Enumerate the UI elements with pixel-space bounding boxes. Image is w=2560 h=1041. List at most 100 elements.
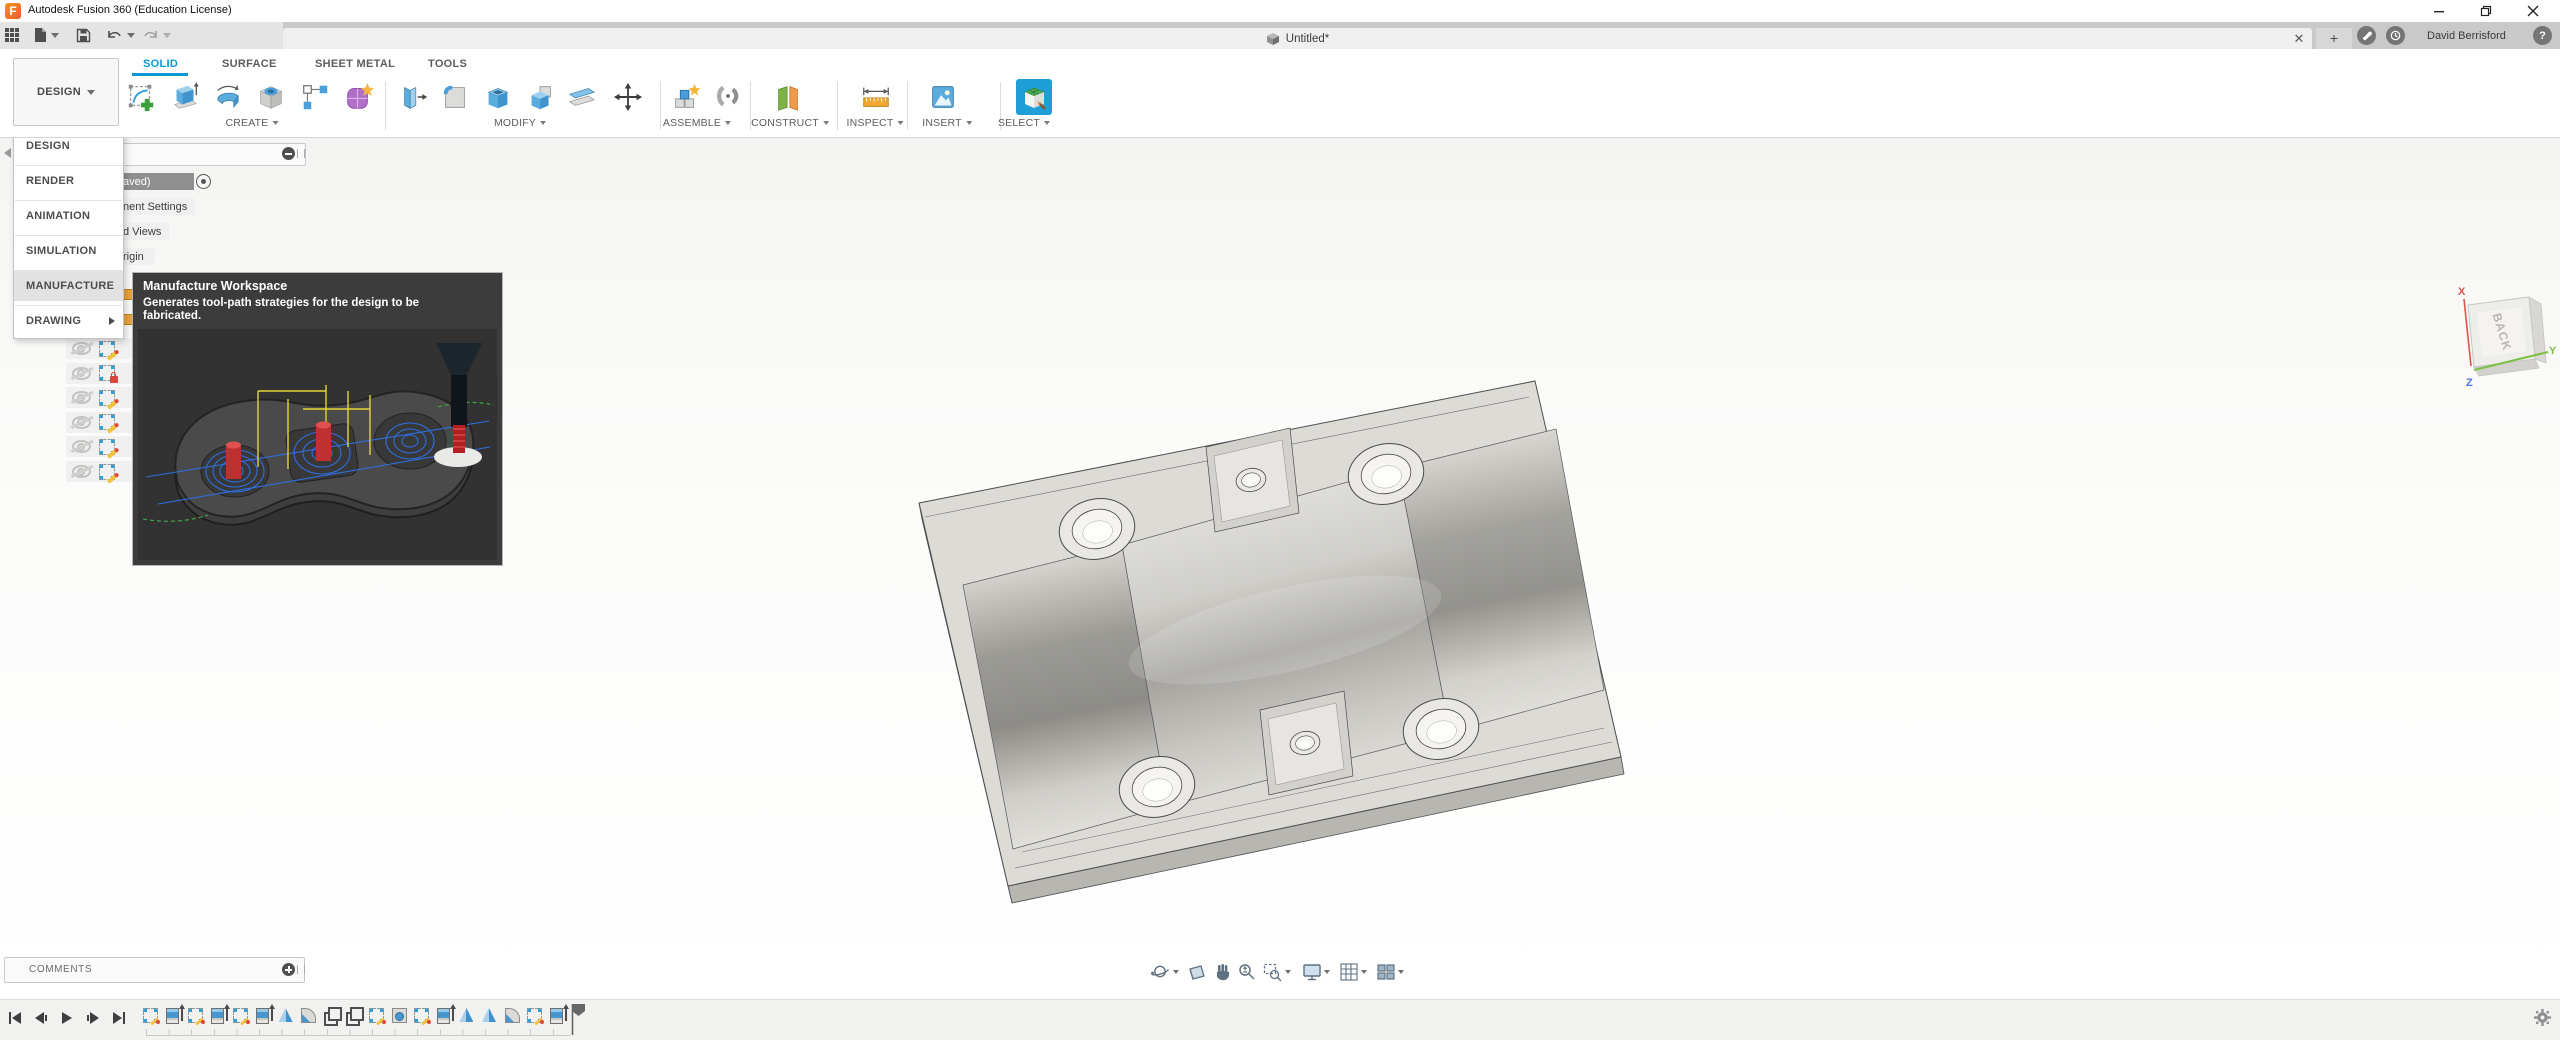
tab-sheet-metal[interactable]: SHEET METAL bbox=[315, 58, 395, 70]
timeline-position-marker[interactable] bbox=[571, 1004, 587, 1041]
group-insert[interactable]: INSERT bbox=[922, 117, 972, 129]
help-icon[interactable]: ? bbox=[2533, 26, 2552, 45]
display-settings-dropdown-arrow[interactable] bbox=[1324, 970, 1330, 974]
tab-tools[interactable]: TOOLS bbox=[428, 58, 467, 70]
create-sketch-icon[interactable] bbox=[123, 78, 159, 116]
create-form-icon[interactable] bbox=[340, 78, 376, 116]
timeline-feature-extrude[interactable] bbox=[436, 1004, 456, 1024]
timeline-go-to-start-button[interactable] bbox=[6, 1009, 24, 1027]
orbit-dropdown-arrow[interactable] bbox=[1173, 970, 1179, 974]
visibility-eye-off-icon[interactable] bbox=[72, 342, 91, 355]
timeline-feature-fillet[interactable] bbox=[504, 1008, 520, 1023]
document-tab-close-icon[interactable]: ✕ bbox=[2290, 30, 2308, 48]
visibility-eye-off-icon[interactable] bbox=[72, 465, 91, 478]
comments-drag-grip[interactable] bbox=[297, 965, 305, 974]
viewports-dropdown-arrow[interactable] bbox=[1398, 970, 1404, 974]
comments-bar[interactable]: COMMENTS bbox=[4, 957, 305, 983]
group-modify[interactable]: MODIFY bbox=[494, 117, 547, 129]
menu-item-manufacture[interactable]: MANUFACTURE bbox=[14, 271, 123, 301]
rectangular-pattern-icon[interactable] bbox=[297, 78, 333, 116]
activate-component-radio[interactable] bbox=[196, 174, 211, 189]
timeline-feature-fillet[interactable] bbox=[301, 1008, 317, 1023]
file-menu-button[interactable] bbox=[34, 26, 59, 44]
browser-sketch-row[interactable] bbox=[66, 362, 138, 384]
tab-solid[interactable]: SOLID bbox=[143, 58, 178, 70]
menu-item-render[interactable]: RENDER bbox=[14, 166, 123, 196]
timeline-feature-sketch[interactable] bbox=[369, 1008, 386, 1024]
viewport-canvas[interactable]: BACK X Y Z bbox=[0, 138, 2560, 999]
restore-button[interactable] bbox=[2471, 2, 2501, 20]
timeline-play-button[interactable] bbox=[58, 1009, 76, 1027]
close-button[interactable] bbox=[2518, 2, 2548, 20]
split-body-icon[interactable] bbox=[563, 78, 599, 116]
group-inspect[interactable]: INSPECT bbox=[847, 117, 904, 129]
fillet-icon[interactable] bbox=[437, 78, 473, 116]
group-assemble[interactable]: ASSEMBLE bbox=[663, 117, 732, 129]
visibility-eye-off-icon[interactable] bbox=[72, 415, 91, 429]
3d-model[interactable] bbox=[890, 360, 1650, 920]
browser-node-named-views[interactable]: d Views bbox=[119, 223, 169, 240]
timeline-feature-extrude[interactable] bbox=[256, 1004, 275, 1024]
group-construct[interactable]: CONSTRUCT bbox=[751, 117, 829, 129]
timeline-feature-sketch[interactable] bbox=[188, 1008, 206, 1024]
press-pull-icon[interactable] bbox=[395, 78, 431, 116]
timeline-feature-sketch[interactable] bbox=[233, 1008, 251, 1024]
user-account-button[interactable]: David Berrisford bbox=[2427, 30, 2506, 42]
pan-icon[interactable] bbox=[1212, 961, 1234, 983]
view-cube[interactable]: BACK X Y Z bbox=[2440, 278, 2560, 393]
browser-sketch-row[interactable] bbox=[66, 461, 138, 484]
zoom-window-dropdown-arrow[interactable] bbox=[1285, 970, 1291, 974]
document-tab[interactable]: Untitled* bbox=[283, 28, 2312, 49]
grid-settings-dropdown-arrow[interactable] bbox=[1361, 970, 1367, 974]
zoom-window-icon[interactable] bbox=[1262, 961, 1284, 983]
browser-collapse-icon[interactable] bbox=[4, 148, 11, 158]
visibility-eye-off-icon[interactable] bbox=[72, 440, 91, 454]
timeline-feature-pattern[interactable] bbox=[323, 1007, 342, 1026]
timeline-feature-pattern[interactable] bbox=[346, 1007, 365, 1026]
zoom-icon[interactable] bbox=[1236, 961, 1258, 983]
timeline-settings-gear-icon[interactable] bbox=[2534, 1009, 2552, 1027]
timeline-feature-sketch[interactable] bbox=[414, 1008, 432, 1024]
menu-item-drawing[interactable]: DRAWING bbox=[14, 306, 123, 336]
timeline-feature-hole[interactable] bbox=[391, 1008, 407, 1023]
measure-icon[interactable] bbox=[858, 78, 894, 116]
select-tool-icon[interactable] bbox=[1014, 78, 1054, 116]
joint-icon[interactable] bbox=[710, 78, 746, 116]
data-panel-toggle-icon[interactable] bbox=[4, 26, 20, 44]
notifications-clock-icon[interactable] bbox=[2386, 26, 2405, 45]
tab-surface[interactable]: SURFACE bbox=[222, 58, 277, 70]
insert-image-icon[interactable] bbox=[925, 78, 961, 116]
browser-node-document-settings[interactable]: nent Settings bbox=[119, 198, 195, 215]
construct-plane-icon[interactable] bbox=[770, 78, 806, 116]
timeline-feature-extrude[interactable] bbox=[210, 1004, 230, 1024]
timeline-step-forward-button[interactable] bbox=[84, 1009, 102, 1027]
browser-sketch-row[interactable] bbox=[66, 387, 138, 410]
browser-sketch-row[interactable] bbox=[66, 436, 138, 459]
browser-sketch-row[interactable] bbox=[66, 338, 138, 361]
browser-node-origin[interactable]: rigin bbox=[119, 248, 155, 265]
timeline-feature-extrude[interactable] bbox=[165, 1004, 185, 1024]
display-settings-icon[interactable] bbox=[1301, 961, 1323, 983]
timeline-feature-mirror[interactable] bbox=[278, 1008, 293, 1022]
undo-button[interactable] bbox=[106, 26, 135, 44]
browser-drag-grip[interactable] bbox=[297, 149, 305, 158]
visibility-eye-off-icon[interactable] bbox=[72, 366, 91, 380]
look-at-icon[interactable] bbox=[1186, 961, 1208, 983]
grid-settings-icon[interactable] bbox=[1338, 961, 1360, 983]
timeline-go-to-end-button[interactable] bbox=[110, 1009, 128, 1027]
move-copy-icon[interactable] bbox=[610, 78, 646, 116]
save-button[interactable] bbox=[76, 26, 91, 44]
menu-item-animation[interactable]: ANIMATION bbox=[14, 201, 123, 231]
timeline-feature-sketch[interactable] bbox=[143, 1008, 160, 1024]
job-status-icon[interactable] bbox=[2357, 26, 2376, 45]
visibility-eye-off-icon[interactable] bbox=[72, 391, 91, 405]
timeline-feature-mirror[interactable] bbox=[482, 1008, 496, 1022]
group-create[interactable]: CREATE bbox=[225, 117, 279, 129]
timeline-feature-extrude[interactable] bbox=[549, 1004, 569, 1024]
timeline-feature-mirror[interactable] bbox=[459, 1008, 474, 1022]
timeline-step-back-button[interactable] bbox=[32, 1009, 50, 1027]
menu-item-simulation[interactable]: SIMULATION bbox=[14, 236, 123, 266]
new-document-tab-button[interactable]: + bbox=[2316, 28, 2352, 49]
shell-icon[interactable] bbox=[480, 78, 516, 116]
redo-button[interactable] bbox=[142, 26, 171, 44]
